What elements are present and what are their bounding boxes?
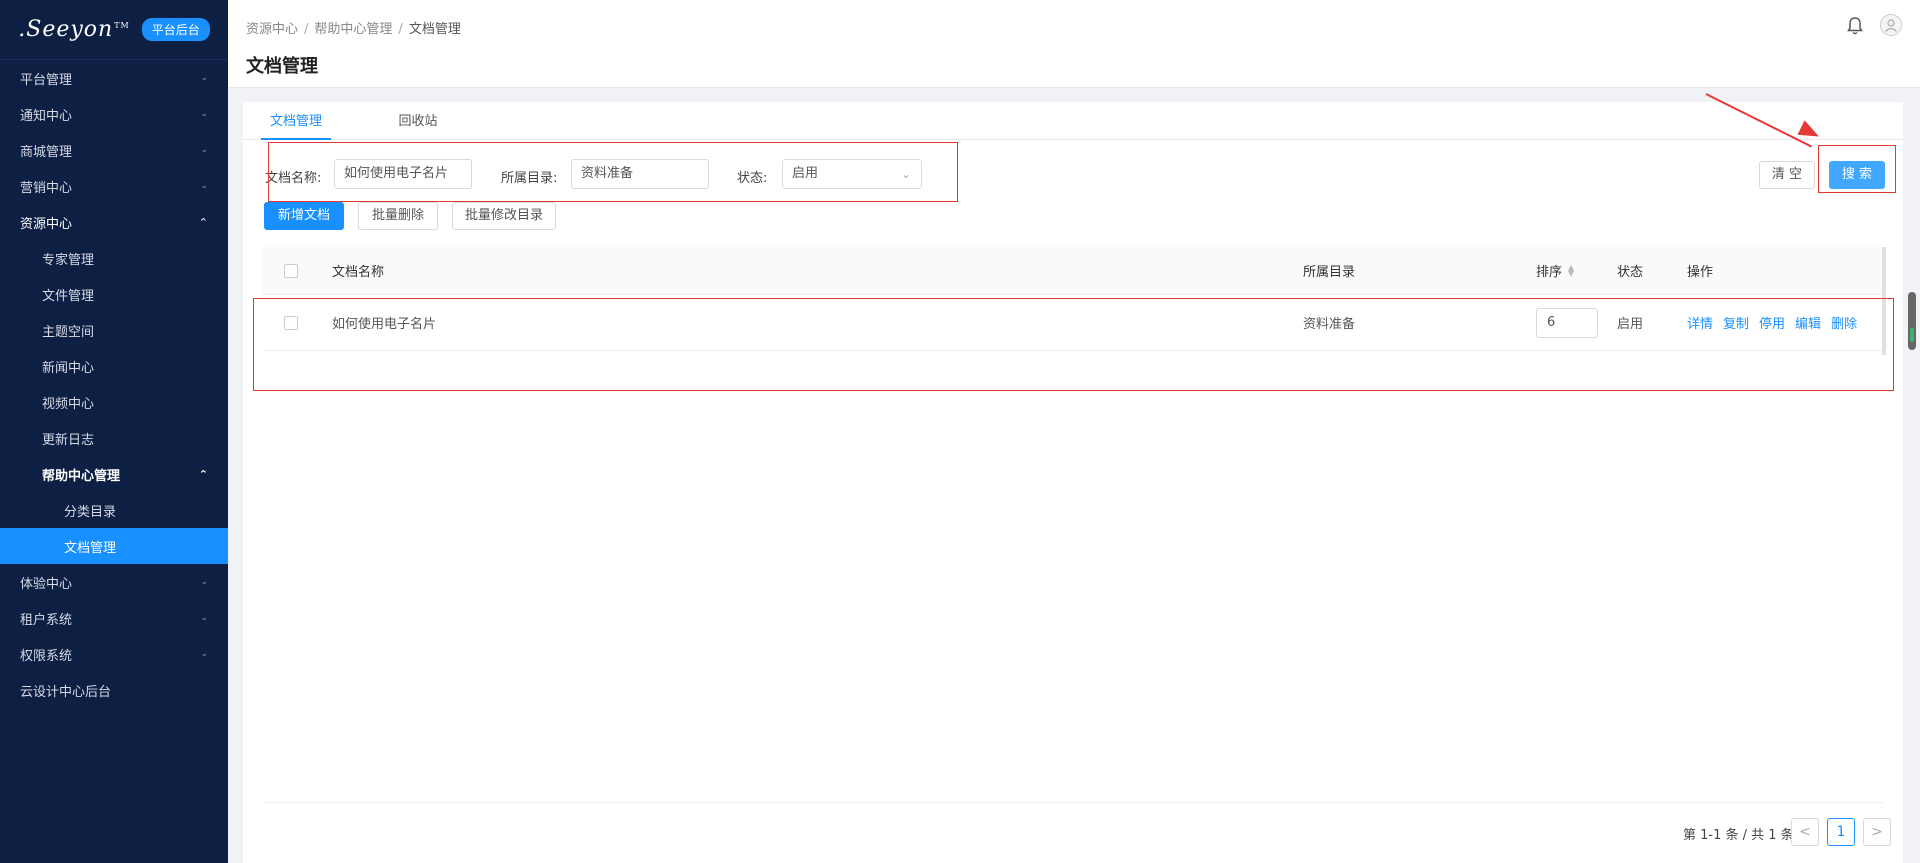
table-scrollbar[interactable] [1882,247,1886,355]
row-ops: 详情 复制 停用 编辑 删除 [1687,295,1867,350]
menu-item-permission[interactable]: 权限系统 ⌄ [0,636,228,672]
menu-item-files[interactable]: 文件管理 [0,276,228,312]
platform-badge: 平台后台 [141,18,210,41]
chevron-down-icon: ⌄ [200,181,208,191]
status-select[interactable]: 启用 ⌄ [782,159,922,189]
chevron-down-icon: ⌄ [200,145,208,155]
tab-recycle[interactable]: 回收站 [383,102,453,140]
batch-delete-button[interactable]: 批量删除 [358,202,438,230]
menu-item-experience[interactable]: 体验中心 ⌄ [0,564,228,600]
add-doc-button[interactable]: 新增文档 [264,202,344,230]
copy-link[interactable]: 复制 [1723,313,1749,332]
avatar[interactable] [1880,14,1902,36]
menu-item-video[interactable]: 视频中心 [0,384,228,420]
detail-link[interactable]: 详情 [1687,313,1713,332]
menu-item-topic[interactable]: 主题空间 [0,312,228,348]
menu-item-changelog[interactable]: 更新日志 [0,420,228,456]
doc-name-input[interactable]: 如何使用电子名片 [334,159,472,189]
breadcrumb-current: 文档管理 [408,22,461,37]
top-header: 资源中心 / 帮助中心管理 / 文档管理 文档管理 [228,0,1920,88]
bell-icon[interactable] [1846,16,1864,36]
menu-item-category[interactable]: 分类目录 [0,492,228,528]
doc-name-label: 文档名称: [265,171,322,186]
batch-move-button[interactable]: 批量修改目录 [452,202,556,230]
chevron-down-icon: ⌄ [200,649,208,659]
sidebar-menu: 平台管理 ⌄ 通知中心 ⌄ 商城管理 ⌄ 营销中心 ⌄ 资源中心 ⌃ 专家管理 文件管理 … [0,60,228,708]
chevron-down-icon: ⌄ [200,73,208,83]
col-header-name: 文档名称 [332,265,385,280]
footer-divider [263,802,1883,803]
menu-item-experts[interactable]: 专家管理 [0,240,228,276]
row-status: 启用 [1617,317,1644,332]
dir-label: 所属目录: [501,171,558,186]
chevron-down-icon: ⌄ [900,167,911,181]
content-card: 文档管理 回收站 文档名称: 如何使用电子名片 所属目录: 资料准备 状态: 启… [243,102,1903,863]
tab-bar: 文档管理 回收站 [243,102,1903,140]
sort-icon: ▲ ▼ [1568,262,1575,278]
delete-link[interactable]: 删除 [1831,313,1857,332]
pagination-summary: 第 1-1 条 / 共 1 条 [1683,828,1794,843]
row-doc-name: 如何使用电子名片 [332,317,437,332]
sidebar: .SeeyonTM 平台后台 平台管理 ⌄ 通知中心 ⌄ 商城管理 ⌄ 营销中心 ⌄ 资… [0,0,228,863]
col-header-order[interactable]: 排序 ▲ ▼ [1536,247,1574,294]
logo-area: .SeeyonTM 平台后台 [0,0,228,60]
menu-item-platform[interactable]: 平台管理 ⌄ [0,60,228,96]
menu-item-help[interactable]: 帮助中心管理 ⌃ [0,456,228,492]
menu-item-cloud-design[interactable]: 云设计中心后台 [0,672,228,708]
chevron-up-icon: ⌃ [198,467,208,481]
menu-item-resource[interactable]: 资源中心 ⌃ [0,204,228,240]
chevron-down-icon: ⌄ [200,577,208,587]
menu-item-marketing[interactable]: 营销中心 ⌄ [0,168,228,204]
next-page-button[interactable]: > [1863,818,1891,846]
brand-logo: .SeeyonTM [18,17,130,42]
table-row: 如何使用电子名片 资料准备 6 启用 详情 复制 停用 编辑 删除 [263,295,1883,351]
menu-item-tenant[interactable]: 租户系统 ⌄ [0,600,228,636]
clear-button[interactable]: 清 空 [1759,161,1815,189]
menu-item-docs[interactable]: 文档管理 [0,528,228,564]
chevron-up-icon: ⌃ [198,215,208,229]
order-input[interactable]: 6 [1536,307,1598,338]
page-1-button[interactable]: 1 [1827,818,1855,846]
user-icon [1885,19,1897,32]
doc-table: 文档名称 所属目录 排序 ▲ ▼ 状态 操作 如何使用电子名片 资料准备 6 启用… [263,247,1883,351]
page-scrollbar[interactable] [1908,292,1916,350]
filter-row: 文档名称: 如何使用电子名片 所属目录: 资料准备 状态: 启用 ⌄ 清 空 搜… [243,158,1903,192]
menu-item-notify[interactable]: 通知中心 ⌄ [0,96,228,132]
prev-page-button[interactable]: < [1791,818,1819,846]
dir-input[interactable]: 资料准备 [571,159,709,189]
row-dir: 资料准备 [1303,317,1356,332]
chevron-down-icon: ⌄ [200,109,208,119]
tab-docs[interactable]: 文档管理 [261,102,331,140]
edit-link[interactable]: 编辑 [1795,313,1821,332]
breadcrumb: 资源中心 / 帮助中心管理 / 文档管理 [246,22,461,37]
col-header-status: 状态 [1617,265,1644,280]
select-all-checkbox[interactable] [284,263,298,278]
menu-item-news[interactable]: 新闻中心 [0,348,228,384]
menu-item-mall[interactable]: 商城管理 ⌄ [0,132,228,168]
disable-link[interactable]: 停用 [1759,313,1785,332]
col-header-ops: 操作 [1687,265,1714,280]
chevron-down-icon: ⌄ [200,613,208,623]
status-label: 状态: [737,171,768,186]
table-header: 文档名称 所属目录 排序 ▲ ▼ 状态 操作 [263,247,1883,295]
row-checkbox[interactable] [284,315,298,330]
breadcrumb-item[interactable]: 资源中心 [246,22,298,37]
search-button[interactable]: 搜 索 [1829,161,1885,189]
page-title: 文档管理 [246,56,318,77]
col-header-dir: 所属目录 [1303,265,1356,280]
breadcrumb-item[interactable]: 帮助中心管理 [314,22,392,37]
